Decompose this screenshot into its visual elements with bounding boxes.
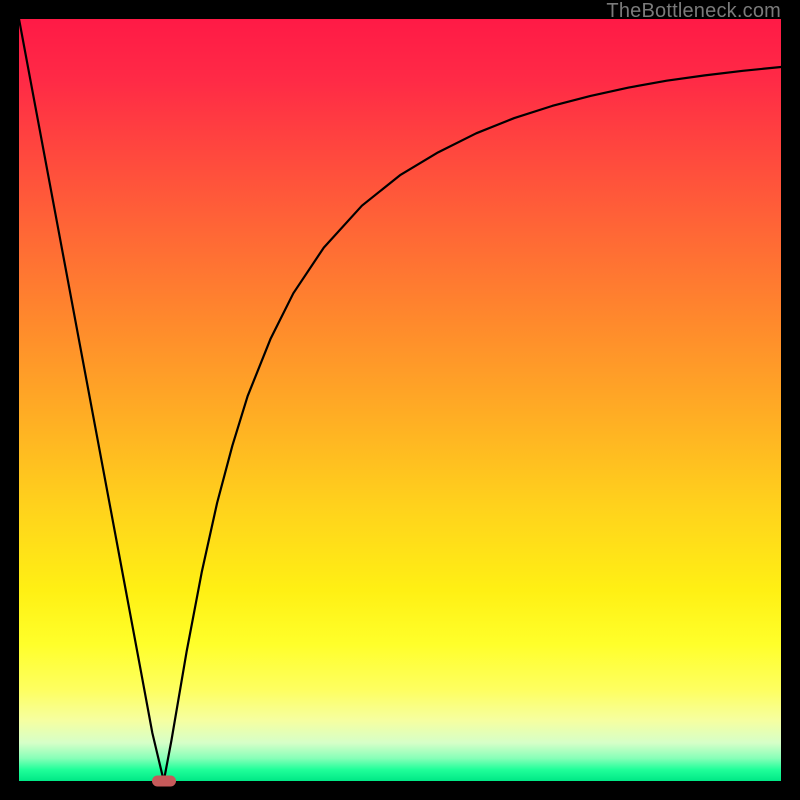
bottleneck-curve-svg [19, 19, 781, 781]
attribution-label: TheBottleneck.com [606, 0, 781, 23]
bottleneck-curve [19, 19, 781, 781]
chart-frame: TheBottleneck.com [0, 0, 800, 800]
plot-area [19, 19, 781, 781]
optimum-marker [152, 776, 176, 787]
